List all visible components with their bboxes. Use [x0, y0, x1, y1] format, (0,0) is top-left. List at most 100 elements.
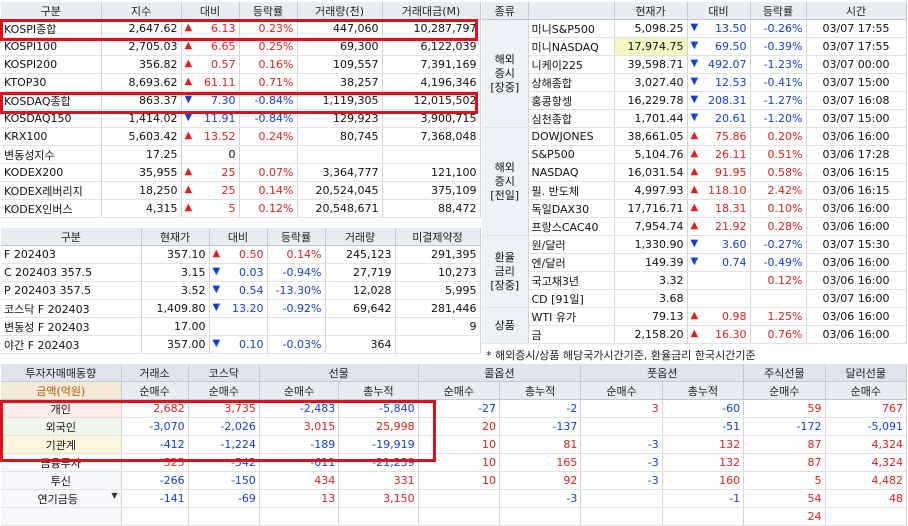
- index-price: 863.37: [101, 91, 182, 110]
- change-value: 13.52: [204, 130, 236, 143]
- change-value: 13.20: [232, 302, 264, 315]
- futures-row[interactable]: 코스닥 F 202403 1,409.80 ▼ 13.20 -0.92% 69,642 28…: [1, 299, 481, 318]
- index-row[interactable]: KODEX레버리지 18,250 ▲ 25 0.14% 20,524,045 375,109: [1, 181, 481, 200]
- investor-row[interactable]: 금융투자 325 -542 -611 -21,239 10 165 -3 132 87 4,324: [1, 453, 908, 472]
- investor-value: 3: [580, 399, 663, 418]
- investor-value: -1,224: [188, 435, 260, 454]
- world-name: WTI 유가: [528, 307, 615, 326]
- down-triangle-icon: ▼: [690, 22, 699, 33]
- index-row[interactable]: KOSDAQ종합 863.37 ▼ 7.30 -0.84% 1,119,305 12,015…: [1, 91, 481, 110]
- world-row[interactable]: 해외 증시 [전일] DOWJONES 38,661.05 ▲ 75.86 0.20% 03/0…: [482, 127, 907, 236]
- world-row[interactable]: NASDAQ 16,031.54 ▲ 91.95 0.58% 03/06 16:15: [482, 163, 907, 182]
- investor-name: 연기금등 ▼: [1, 489, 122, 508]
- index-name: KOSDAQ종합: [1, 91, 102, 110]
- futures-price: 1,409.80: [141, 299, 210, 318]
- investor-row[interactable]: 투신 -266 -150 434 331 10 92 -3 160 5 4,482: [1, 471, 908, 490]
- index-price: 4,315: [101, 199, 182, 218]
- investor-value: 48: [825, 489, 908, 508]
- futures-open-interest: 10,273: [395, 263, 481, 282]
- index-row[interactable]: KOSPI종합 2,647.62 ▲ 6.13 0.23% 447,060 10,287,7…: [1, 19, 481, 38]
- column-header: 종류: [482, 2, 529, 20]
- investor-row[interactable]: 기관계 -412 -1,224 -189 -19,919 10 81 -3 132 87 4,324: [1, 435, 908, 454]
- world-price: 149.39: [614, 253, 688, 272]
- change-cell: ▲ 18.31: [687, 199, 751, 218]
- futures-row[interactable]: F 202403 357.10 ▲ 0.50 0.14% 245,123 291,395: [1, 245, 481, 264]
- world-row[interactable]: 해외 증시 [장중] 미니S&P500 5,098.25 ▼ 13.50 -0.26% 03/0…: [482, 19, 907, 128]
- index-row[interactable]: KODEX인버스 4,315 ▲ 5 0.12% 20,548,671 88,472: [1, 199, 481, 218]
- index-row[interactable]: KOSPI200 356.82 ▲ 0.57 0.16% 109,557 7,391,169: [1, 55, 481, 74]
- world-row[interactable]: 미니NASDAQ 17,974.75 ▼ 69.50 -0.39% 03/07 17:55: [482, 37, 907, 56]
- futures-row[interactable]: P 202403 357.5 3.52 ▼ 0.54 -13.30% 12,028 5,99…: [1, 281, 481, 300]
- futures-open-interest: 291,395: [395, 245, 481, 264]
- investor-value: 25,998: [338, 417, 419, 436]
- world-row[interactable]: 엔/달러 149.39 ▼ 0.74 -0.49% 03/06 16:00: [482, 253, 907, 272]
- up-triangle-icon: ▲: [184, 76, 193, 87]
- world-row[interactable]: 금 2,158.20 ▲ 16.30 0.76% 03/06 16:00: [482, 325, 907, 344]
- world-rate: 0.51%: [750, 145, 807, 164]
- investor-value: [338, 507, 419, 526]
- investor-row[interactable]: 24: [1, 507, 908, 526]
- change-value: 0.74: [722, 256, 747, 269]
- futures-row[interactable]: 야간 F 202403 357.00 ▼ 0.10 -0.03% 364: [1, 335, 481, 354]
- index-price: 5,603.42: [101, 127, 182, 146]
- dropdown-arrow-icon[interactable]: ▼: [111, 491, 117, 500]
- investor-row[interactable]: 개인 2,682 3,735 -2,483 -5,840 -27 -2 3 -60 59 767: [1, 399, 908, 418]
- up-triangle-icon: ▲: [690, 202, 699, 213]
- investor-name: 금융투자: [1, 453, 122, 472]
- index-volume: [297, 145, 383, 164]
- world-row[interactable]: 국고채3년 3.32 0.12% 03/06 16:00: [482, 271, 907, 290]
- index-row[interactable]: KRX100 5,603.42 ▲ 13.52 0.24% 80,745 7,368,048: [1, 127, 481, 146]
- world-row[interactable]: 심천종합 1,701.44 ▼ 20.61 -1.20% 03/07 15:00: [482, 109, 907, 128]
- futures-row[interactable]: C 202403 357.5 3.15 ▼ 0.03 -0.94% 27,719 10,27…: [1, 263, 481, 282]
- investor-value: -542: [188, 453, 260, 472]
- change-cell: ▼ 0.54: [209, 281, 268, 300]
- index-rate: 0.16%: [239, 55, 298, 74]
- investor-value: 20: [418, 417, 500, 436]
- up-triangle-icon: ▲: [184, 40, 193, 51]
- futures-volume: 364: [325, 335, 396, 354]
- index-row[interactable]: KOSPI100 2,705.03 ▲ 6.65 0.25% 69,300 6,122,03…: [1, 37, 481, 56]
- investor-value: [121, 507, 189, 526]
- world-name: 필. 반도체: [528, 181, 615, 200]
- world-rate: [750, 289, 807, 308]
- world-rate: 2.42%: [750, 181, 807, 200]
- investor-value: 3,015: [259, 417, 340, 436]
- world-row[interactable]: 상해종합 3,027.40 ▼ 12.53 -0.41% 03/07 15:00: [482, 73, 907, 92]
- investor-group-header: 콜옵션: [418, 364, 582, 382]
- world-row[interactable]: 독일DAX30 17,716.71 ▲ 18.31 0.10% 03/06 16:00: [482, 199, 907, 218]
- world-row[interactable]: 홍콩항셍 16,229.78 ▼ 208.31 -1.27% 03/07 16:08: [482, 91, 907, 110]
- world-row[interactable]: 프랑스CAC40 7,954.74 ▲ 21.92 0.28% 03/06 16:00: [482, 217, 907, 236]
- investor-row[interactable]: 연기금등 ▼ -141 -69 13 3,150 -3 -1 54 48: [1, 489, 908, 508]
- world-row[interactable]: 상품 WTI 유가 79.13 ▲ 0.98 1.25% 03/06 16:00: [482, 307, 907, 344]
- down-triangle-icon: ▼: [690, 112, 699, 123]
- index-row[interactable]: KODEX200 35,955 ▲ 25 0.07% 3,364,777 121,100: [1, 163, 481, 182]
- world-price: 3.68: [614, 289, 688, 308]
- world-row[interactable]: 니케이225 39,598.71 ▼ 492.07 -1.23% 03/07 00:00: [482, 55, 907, 74]
- world-rate: -0.49%: [750, 253, 807, 272]
- investor-subheader: 순매수: [121, 381, 189, 400]
- change-value: 69.50: [715, 40, 747, 53]
- change-cell: ▲ 25: [181, 163, 240, 182]
- change-cell: ▼ 7.30: [181, 91, 240, 110]
- world-row[interactable]: 환율 금리 [장중] 원/달러 1,330.90 ▼ 3.60 -0.27% 03/07 15:…: [482, 235, 907, 308]
- column-header: 등락률: [239, 2, 298, 20]
- world-time: 03/06 16:00: [806, 325, 907, 344]
- world-row[interactable]: 필. 반도체 4,997.93 ▲ 118.10 2.42% 03/06 16:15: [482, 181, 907, 200]
- column-header: 거래대금(M): [382, 2, 481, 20]
- futures-name: F 202403: [1, 245, 142, 264]
- world-name: 미니NASDAQ: [528, 37, 615, 56]
- change-cell: [687, 289, 751, 308]
- investor-name: 외국인: [1, 417, 122, 436]
- index-row[interactable]: KOSDAQ150 1,414.02 ▼ 11.91 -0.84% 129,923 3,90…: [1, 109, 481, 128]
- investor-row[interactable]: 외국인 -3,070 -2,026 3,015 25,998 20 -137 -51 -172-…: [1, 417, 908, 436]
- index-row[interactable]: KTOP30 8,693.62 ▲ 61.11 0.71% 38,257 4,196,346: [1, 73, 481, 92]
- futures-row[interactable]: 변동성 F 202403 17.00 9: [1, 317, 481, 336]
- investor-value: 165: [499, 453, 582, 472]
- change-cell: ▲ 25: [181, 181, 240, 200]
- down-triangle-icon: ▼: [184, 94, 193, 105]
- index-row[interactable]: 변동성지수 17.25 0: [1, 145, 481, 164]
- index-name: KODEX200: [1, 163, 102, 182]
- change-value: 16.30: [715, 328, 747, 341]
- world-row[interactable]: CD [91일] 3.68 03/07 16:00: [482, 289, 907, 308]
- world-row[interactable]: S&P500 5,104.76 ▲ 26.11 0.51% 03/06 17:28: [482, 145, 907, 164]
